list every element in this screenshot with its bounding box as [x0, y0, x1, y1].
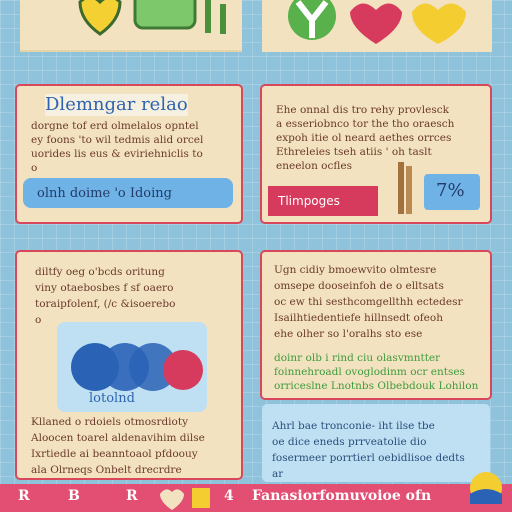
- top-left-line-4: o: [31, 162, 38, 174]
- bottom-right-panel: Ahrl bae tronconie- iht ilse tbe oe dice…: [262, 404, 490, 482]
- bottom-banner: R B R 4 Fanasiorfomuvoioe ofn: [0, 472, 512, 512]
- top-left-icon-card: [20, 0, 242, 52]
- top-right-stat-box: 7%: [424, 174, 480, 210]
- mid-right-panel: Ugn cidiy bmoewvito olmtesre omsepe doos…: [260, 250, 492, 400]
- mid-right-line-4: Isailhtiedentiefe hillnsedt ofeoh: [274, 312, 443, 324]
- top-right-line-5: eneelon ocfles: [276, 160, 352, 172]
- top-right-line-1: Ehe onnal dis tro rehy provlesck: [276, 104, 449, 116]
- top-right-stat: 7%: [436, 180, 465, 201]
- bottom-letter-4: 4: [224, 488, 234, 504]
- bottom-letter-1: R: [18, 488, 30, 504]
- mid-left-bottom-4: ala Olrneqs Onbelt drecrdre: [31, 464, 182, 476]
- mid-right-green-3: orriceslne Lnotnbs Olbebdouk Lohilon: [274, 380, 479, 392]
- top-left-panel: Dlemngar relao dorgne tof erd olmelalos …: [15, 84, 243, 224]
- bottom-right-line-1: Ahrl bae tronconie- iht ilse tbe: [272, 420, 435, 432]
- mid-left-line-1: diltfy oeg o'bcds oritung: [35, 266, 165, 278]
- bottom-letter-3: R: [126, 488, 138, 504]
- top-right-line-4: Ethreleies tseh atiis ' oh taslt: [276, 146, 432, 158]
- bottom-heart-icons: [160, 488, 210, 510]
- top-right-hearts: [288, 0, 466, 44]
- top-left-heading: Dlemngar relao: [45, 94, 188, 116]
- mid-left-bottom-1: Kllaned o rdoiels otmosrdioty: [31, 416, 189, 428]
- pen-icon: [398, 162, 412, 214]
- mid-right-green-2: foinnehroadl ovoglodinm ocr entses: [274, 366, 465, 378]
- mid-left-line-2: viny otaebosbes f sf oaero: [35, 282, 174, 294]
- mid-left-caption: lotolnd: [89, 392, 135, 406]
- top-left-pill[interactable]: olnh doime 'o Idoing: [23, 178, 233, 208]
- bottom-right-line-2: oe dice eneds prrveatolie dio: [272, 436, 427, 448]
- top-left-icons: [78, 0, 226, 36]
- top-left-line-1: dorgne tof erd olmelalos opntel: [31, 120, 199, 132]
- mid-left-panel: diltfy oeg o'bcds oritung viny otaebosbe…: [15, 250, 243, 480]
- top-left-line-2: ey foons 'to wil tedmis alid orcel: [31, 134, 204, 146]
- bottom-letter-2: B: [68, 488, 80, 504]
- top-right-line-3: expoh itie ol neard aethes orrces: [276, 132, 452, 144]
- top-left-line-3: uorides lis eus & eviriehniclis to: [31, 148, 203, 160]
- top-right-tag[interactable]: Tlimpoges: [268, 186, 378, 216]
- mid-left-bottom-2: Aloocen toarel aldenavihim dilse: [31, 432, 205, 444]
- sunset-icon: [470, 472, 502, 504]
- top-right-icon-card: [262, 0, 492, 52]
- top-right-panel: Ehe onnal dis tro rehy provlesck a esser…: [260, 84, 492, 224]
- mid-right-line-3: oc ew thi sesthcomgellthh ectedesr: [274, 296, 463, 308]
- mid-right-green-1: doinr olb i rind ciu olasvmntter: [274, 352, 441, 364]
- top-right-line-2: a esseriobnco tor the tho oraesch: [276, 118, 455, 130]
- top-left-pill-label: olnh doime 'o Idoing: [37, 186, 172, 201]
- mid-right-line-1: Ugn cidiy bmoewvito olmtesre: [274, 264, 437, 276]
- mid-left-line-4: o: [35, 314, 42, 326]
- mid-left-line-3: toraipfolenf, (/c &isoerebo: [35, 298, 176, 310]
- bottom-right-line-4: ar: [272, 468, 284, 480]
- mid-right-line-5: ehe olher so l'oralhs sto ese: [274, 328, 423, 340]
- mid-right-line-2: omsepe dooseinfoh de o elltsats: [274, 280, 444, 292]
- bottom-right-line-3: fosermeer porrtierl oebidlisoe dedts: [272, 452, 465, 464]
- bottom-banner-label: Fanasiorfomuvoioe ofn: [252, 488, 432, 504]
- mid-left-bottom-3: Ixrtiedle ai beanntoaol pfdoouy: [31, 448, 198, 460]
